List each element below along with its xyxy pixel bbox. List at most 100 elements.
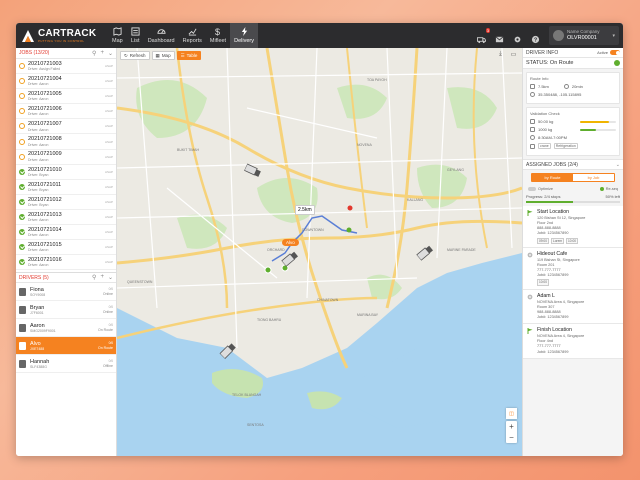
- cartrack-logo[interactable]: CARTRACK PUTTING YOU IN CONTROL: [16, 23, 108, 48]
- collapse-icon[interactable]: ⌄: [108, 274, 113, 281]
- job-row[interactable]: 20210721013 Driver: Aaron ASAP: [16, 210, 116, 226]
- map-view-button[interactable]: ▦ Map: [151, 51, 175, 60]
- truck-notifications-button[interactable]: 3: [477, 28, 490, 44]
- settings-button[interactable]: [513, 31, 522, 43]
- search-icon[interactable]: ⚲: [92, 274, 96, 281]
- job-row[interactable]: 20210721009 Driver: Aaron ASAP: [16, 150, 116, 165]
- collapse-panel-icon[interactable]: ▭: [509, 50, 518, 59]
- zoom-out-button[interactable]: −: [506, 432, 517, 443]
- route-info-card: Route Info 7.5km 20min 35.350488, -105.1…: [526, 72, 620, 104]
- job-row[interactable]: 20210721011 Driver: Bryan ASAP: [16, 180, 116, 195]
- job-driver: Driver: Aaron: [28, 263, 49, 268]
- map-view[interactable]: QUEENSTOWN TIONG BAHRU TELOK BLANGAH CHI…: [117, 48, 522, 456]
- layers-icon: ◫: [509, 410, 514, 417]
- check-icon: [599, 187, 604, 191]
- jobs-list: 20210721003 Driver: Assign Failed ASAP 2021…: [16, 59, 116, 271]
- stop-item[interactable]: Hideout Cafe 119 Bishan St, Singapore Room…: [523, 247, 623, 290]
- table-view-label: Table: [186, 53, 198, 58]
- volume-icon: [530, 127, 535, 132]
- job-row[interactable]: 20210721012 Driver: Bryan ASAP: [16, 195, 116, 210]
- job-row[interactable]: 20210721005 Driver: Aaron ASAP: [16, 89, 116, 105]
- reports-icon: [188, 28, 197, 36]
- job-row[interactable]: 20210721016 Driver: Aaron ASAP: [16, 255, 116, 271]
- mail-icon: [495, 36, 504, 43]
- pending-icon: [19, 153, 25, 160]
- refresh-button[interactable]: ↻ Refresh: [120, 51, 150, 60]
- driver-tag[interactable]: Alvo: [282, 239, 299, 246]
- pending-icon: [19, 123, 25, 130]
- stop-item[interactable]: Start Location 120 Bishan St 12, Singapor…: [523, 206, 623, 248]
- zoom-in-button[interactable]: +: [506, 421, 517, 432]
- jobs-header: JOBS (13/20) ⚲ + ⌄: [16, 48, 116, 59]
- add-driver-icon[interactable]: +: [100, 274, 104, 281]
- nav-list[interactable]: List: [127, 23, 144, 48]
- driver-status: On Route: [98, 345, 113, 350]
- weight-icon: [530, 119, 535, 124]
- job-row[interactable]: 20210721008 Driver: Aaron ASAP: [16, 134, 116, 150]
- driver-row[interactable]: Bryan J7F6001 0/6 Online: [16, 301, 116, 320]
- chevron-down-icon[interactable]: ⌄: [616, 162, 620, 168]
- topbar-actions: 3 ? Name Company OLVR00001 ▾: [477, 23, 619, 48]
- job-time: ASAP: [104, 230, 113, 235]
- job-driver: Driver: Aaron: [28, 233, 49, 238]
- job-driver: Driver: Aaron: [28, 127, 49, 132]
- nav-dashboard[interactable]: Dashboard: [144, 23, 179, 48]
- job-row[interactable]: 20210721006 Driver: Aaron ASAP: [16, 104, 116, 120]
- messages-button[interactable]: [495, 31, 504, 43]
- pin-icon: [527, 252, 533, 258]
- dashboard-icon: [157, 29, 166, 34]
- progress-value: 50% left: [605, 194, 620, 199]
- job-row[interactable]: 20210721015 Driver: Aaron ASAP: [16, 240, 116, 256]
- nav-reports[interactable]: Reports: [179, 23, 206, 48]
- tab-by-job[interactable]: by Job: [573, 174, 614, 181]
- stop-tag: Lorem: [550, 237, 565, 244]
- table-view-button[interactable]: ☰ Table: [176, 51, 202, 60]
- svg-text:$: $: [215, 27, 220, 36]
- optimize-row: Optimize Re-seq: [523, 185, 623, 193]
- stop-detail: Job#: 1234567899: [537, 315, 569, 320]
- add-job-icon[interactable]: +: [100, 50, 104, 57]
- job-row[interactable]: 20210721007 Driver: Aaron ASAP: [16, 119, 116, 135]
- map-toolbar: ↻ Refresh ▦ Map ☰ Table: [120, 51, 202, 60]
- time-window: 8:30AM-7:00PM: [538, 135, 567, 140]
- assigned-tabs: by Route by Job: [531, 173, 615, 182]
- driver-row[interactable]: Hannah SLF4388G 0/6 Offline: [16, 355, 116, 374]
- volume-bar: [580, 128, 616, 131]
- nav-delivery[interactable]: Delivery: [230, 23, 258, 48]
- check-icon: [19, 259, 25, 266]
- nav-map[interactable]: Map: [108, 23, 127, 48]
- job-row[interactable]: 20210721003 Driver: Assign Failed ASAP: [16, 59, 116, 75]
- stop-detail: Job#: 1234567899: [537, 273, 569, 278]
- active-toggle[interactable]: [610, 50, 620, 55]
- job-row[interactable]: 20210721010 Driver: Bryan ASAP: [16, 165, 116, 180]
- progress-bar-fill: [526, 201, 573, 203]
- map-layers-button[interactable]: ◫: [506, 408, 517, 419]
- company-switcher[interactable]: Name Company OLVR00001 ▾: [549, 26, 619, 45]
- reorder-label[interactable]: Re-seq: [606, 187, 618, 191]
- check-icon: [614, 60, 620, 66]
- check-icon: [19, 198, 25, 205]
- download-icon[interactable]: ⤓: [496, 50, 505, 59]
- job-row[interactable]: 20210721014 Driver: Aaron ASAP: [16, 225, 116, 241]
- drivers-header: DRIVERS (5) ⚲ + ⌄: [16, 272, 116, 284]
- search-icon[interactable]: ⚲: [92, 50, 96, 57]
- driver-row[interactable]: Alvo JXE7488 0/6 On Route: [16, 337, 116, 356]
- stop-item[interactable]: Adam L NOVENA Area 4, Singapore Room 307 98…: [523, 289, 623, 325]
- stop-item[interactable]: Finish Location NOVENA Area 4, Singapore F…: [523, 324, 623, 359]
- help-button[interactable]: ?: [531, 31, 540, 44]
- clock-icon: [530, 135, 535, 140]
- flag-icon: [527, 328, 533, 335]
- optimize-toggle[interactable]: [528, 187, 536, 191]
- job-time: ASAP: [104, 184, 113, 189]
- left-panel: JOBS (13/20) ⚲ + ⌄ 20210721003 Driver: As…: [16, 48, 117, 456]
- distance-icon: [530, 84, 535, 89]
- place-label: TIONG BAHRU: [257, 318, 282, 322]
- nav-mifleet[interactable]: $ Mifleet: [206, 23, 230, 48]
- map-canvas[interactable]: [117, 48, 522, 456]
- driver-row[interactable]: Fiona SOY9008 0/6 Online: [16, 283, 116, 302]
- tab-by-route[interactable]: by Route: [532, 174, 573, 181]
- job-row[interactable]: 20210721004 Driver: Aaron ASAP: [16, 74, 116, 90]
- nav-delivery-label: Delivery: [234, 38, 254, 44]
- driver-row[interactable]: Aaron SMG2009F9001 0/6 On Route: [16, 319, 116, 338]
- collapse-icon[interactable]: ⌄: [108, 50, 113, 57]
